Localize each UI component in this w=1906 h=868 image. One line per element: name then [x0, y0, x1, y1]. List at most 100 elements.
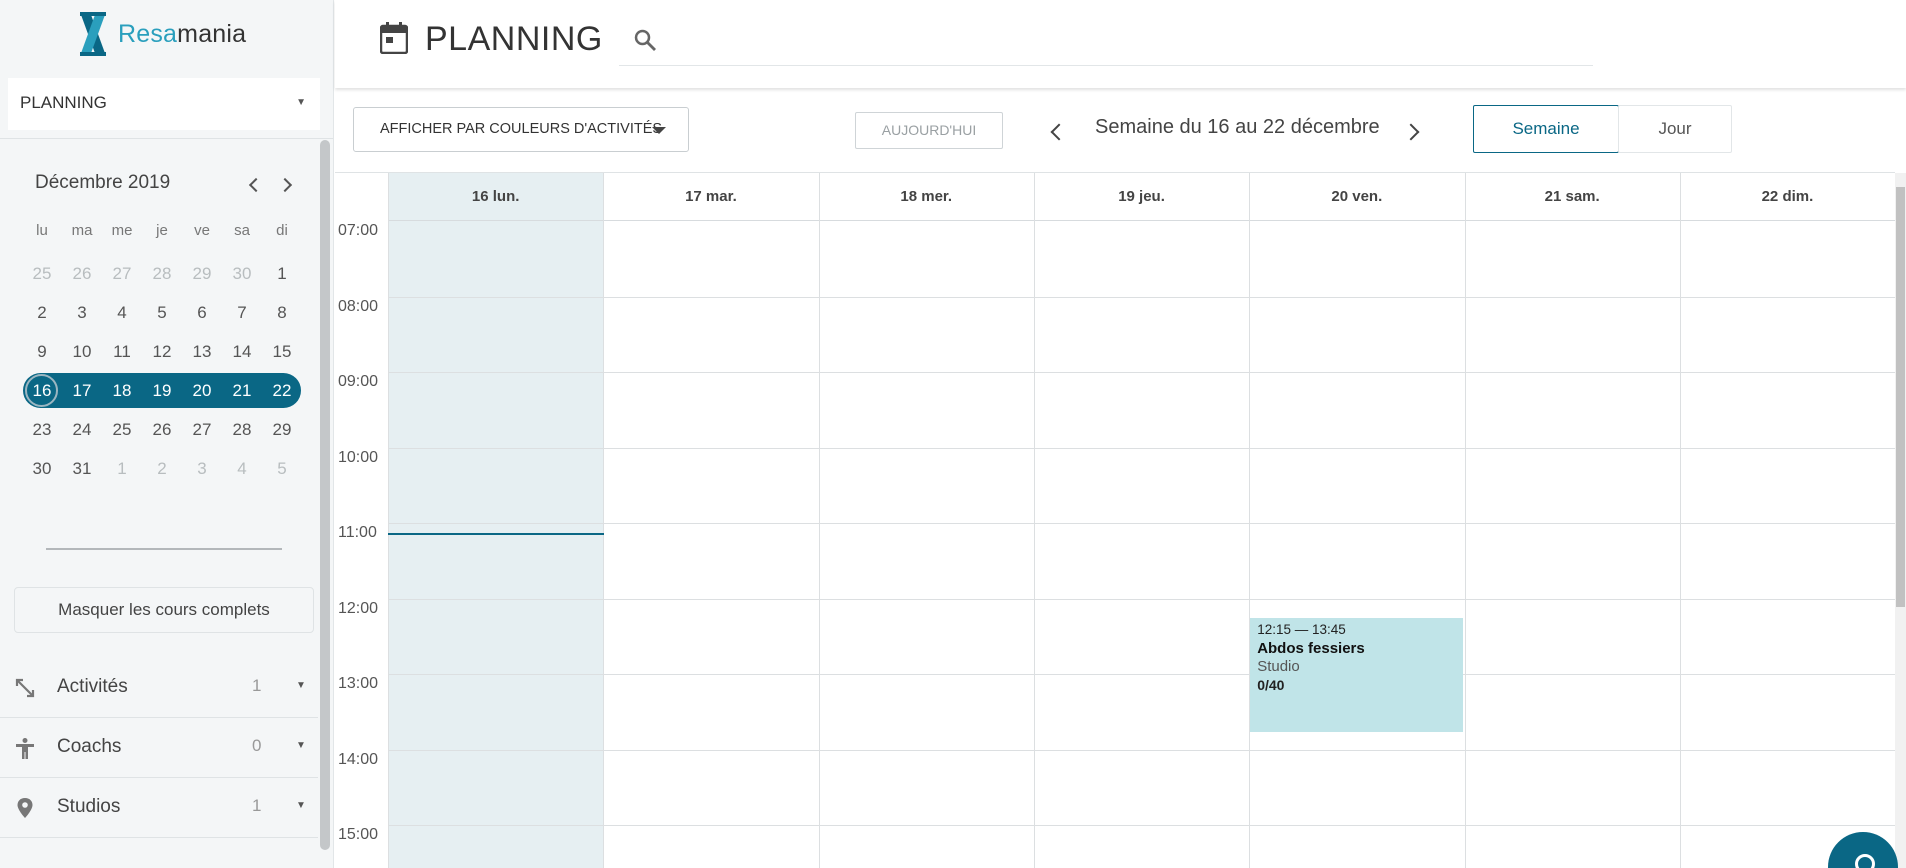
- app-root: Resamania PLANNING ▼ Décembre 2019 lu ma m…: [0, 0, 1906, 868]
- mini-calendar-day[interactable]: 1: [262, 254, 302, 293]
- mini-calendar-day[interactable]: 5: [262, 449, 302, 488]
- filter-activites[interactable]: Activités 1 ▼: [0, 658, 318, 718]
- day-header[interactable]: 17 mar.: [603, 173, 818, 221]
- weekday-label: lu: [36, 222, 48, 239]
- mini-calendar-day[interactable]: 10: [62, 332, 102, 371]
- weekday-label: ve: [194, 222, 210, 239]
- mini-calendar-day[interactable]: 30: [22, 449, 62, 488]
- mini-calendar-day[interactable]: 9: [22, 332, 62, 371]
- sidebar-scrollbar[interactable]: [320, 140, 330, 850]
- mini-calendar-day[interactable]: 11: [102, 332, 142, 371]
- mini-calendar-day[interactable]: 5: [142, 293, 182, 332]
- mini-calendar-day[interactable]: 20: [182, 371, 222, 410]
- mini-calendar-day[interactable]: 29: [182, 254, 222, 293]
- hour-label: 10:00: [338, 448, 379, 466]
- mini-calendar-week: 2345678: [22, 293, 302, 332]
- day-header[interactable]: 18 mer.: [819, 173, 1034, 221]
- day-view-button[interactable]: Jour: [1618, 105, 1732, 153]
- mini-calendar-day[interactable]: 30: [222, 254, 262, 293]
- mini-calendar-day[interactable]: 21: [222, 371, 262, 410]
- week-view-button[interactable]: Semaine: [1473, 105, 1619, 153]
- logo[interactable]: Resamania: [78, 10, 246, 58]
- day-header[interactable]: 19 jeu.: [1034, 173, 1249, 221]
- mini-calendar-day[interactable]: 27: [182, 410, 222, 449]
- mini-calendar-day[interactable]: 4: [222, 449, 262, 488]
- mini-calendar-day[interactable]: 17: [62, 371, 102, 410]
- day-header[interactable]: 16 lun.: [388, 173, 603, 221]
- top-header: PLANNING: [335, 0, 1906, 88]
- mini-calendar-title: Décembre 2019: [35, 172, 171, 193]
- mini-calendar-week: 16 17 18 19 20 21 22: [22, 371, 302, 410]
- mini-calendar-day[interactable]: 6: [182, 293, 222, 332]
- mini-calendar-day[interactable]: 24: [62, 410, 102, 449]
- column-divider: [818, 173, 820, 868]
- mini-calendar-day[interactable]: 23: [22, 410, 62, 449]
- column-divider: [1679, 173, 1681, 868]
- filter-coachs[interactable]: Coachs 0 ▼: [0, 718, 318, 778]
- page-title: PLANNING: [425, 20, 603, 58]
- today-button[interactable]: AUJOURD'HUI: [855, 112, 1003, 149]
- mini-calendar-day[interactable]: 19: [142, 371, 182, 410]
- hour-label: 07:00: [338, 222, 379, 239]
- mini-calendar-day[interactable]: 2: [22, 293, 62, 332]
- weekday-label: je: [156, 222, 168, 239]
- activity-color-dropdown[interactable]: AFFICHER PAR COULEURS D'ACTIVITÉS: [353, 107, 689, 152]
- mini-calendar-day[interactable]: 15: [262, 332, 302, 371]
- mini-calendar-day[interactable]: 4: [102, 293, 142, 332]
- mini-calendar-day[interactable]: 22: [262, 371, 302, 410]
- calendar-icon: [380, 22, 408, 54]
- mini-calendar-day-today[interactable]: 16: [22, 371, 62, 410]
- view-select[interactable]: PLANNING ▼: [8, 78, 320, 130]
- chevron-right-icon[interactable]: [1400, 116, 1426, 146]
- mini-calendar-day[interactable]: 3: [62, 293, 102, 332]
- mini-calendar-day[interactable]: 18: [102, 371, 142, 410]
- calendar-scrollbar[interactable]: [1895, 173, 1906, 868]
- day-headers: 16 lun. 17 mar. 18 mer. 19 jeu. 20 ven. 21 sa…: [388, 173, 1895, 221]
- mini-calendar-day[interactable]: 26: [62, 254, 102, 293]
- mini-calendar-day[interactable]: 25: [102, 410, 142, 449]
- weekday-label: ma: [71, 222, 93, 239]
- hour-divider: [388, 296, 1895, 298]
- mini-calendar-day[interactable]: 3: [182, 449, 222, 488]
- mini-calendar-day[interactable]: 12: [142, 332, 182, 371]
- mini-calendar-day[interactable]: 26: [142, 410, 182, 449]
- mini-calendar-day[interactable]: 13: [182, 332, 222, 371]
- chevron-right-icon[interactable]: [275, 172, 299, 198]
- column-divider: [388, 173, 389, 868]
- mini-calendar-day[interactable]: 28: [142, 254, 182, 293]
- chevron-left-icon[interactable]: [243, 172, 267, 198]
- mini-calendar-day[interactable]: 25: [22, 254, 62, 293]
- mini-calendar-day[interactable]: 8: [262, 293, 302, 332]
- search-input[interactable]: [619, 16, 1593, 66]
- hour-divider: [388, 447, 1895, 449]
- event-name: Abdos fessiers: [1257, 640, 1365, 658]
- mini-calendar-day[interactable]: 31: [62, 449, 102, 488]
- chevron-left-icon[interactable]: [1043, 116, 1069, 146]
- mini-calendar-day[interactable]: 2: [142, 449, 182, 488]
- current-time-line: [388, 533, 604, 535]
- mini-calendar-day[interactable]: 1: [102, 449, 142, 488]
- filter-label: Activités: [57, 676, 128, 697]
- mini-calendar-weekdays: lu ma me je ve sa di: [22, 222, 302, 239]
- day-header[interactable]: 22 dim.: [1680, 173, 1895, 221]
- weekday-label: sa: [234, 222, 250, 239]
- hour-label: 11:00: [338, 524, 377, 541]
- mini-calendar-day[interactable]: 14: [222, 332, 262, 371]
- event-card[interactable]: 12:15 — 13:45 Abdos fessiers Studio 0/40: [1250, 618, 1464, 732]
- mini-calendar-day[interactable]: 7: [222, 293, 262, 332]
- mini-calendar-day[interactable]: 28: [222, 410, 262, 449]
- column-divider: [603, 173, 605, 868]
- filter-studios[interactable]: Studios 1 ▼: [0, 778, 318, 838]
- day-header[interactable]: 21 sam.: [1465, 173, 1680, 221]
- planning-toolbar: AFFICHER PAR COULEURS D'ACTIVITÉS AUJOUR…: [335, 88, 1906, 172]
- location-pin-icon: [17, 798, 33, 818]
- day-header[interactable]: 20 ven.: [1249, 173, 1464, 221]
- logo-text-resa: Resa: [118, 19, 178, 48]
- hide-full-classes-button[interactable]: Masquer les cours complets: [14, 587, 314, 633]
- column-divider: [1033, 173, 1035, 868]
- hour-label: 14:00: [338, 750, 379, 768]
- mini-calendar-day[interactable]: 29: [262, 410, 302, 449]
- scrollbar-thumb[interactable]: [1896, 187, 1905, 607]
- caret-down-icon: ▼: [296, 740, 306, 751]
- mini-calendar-day[interactable]: 27: [102, 254, 142, 293]
